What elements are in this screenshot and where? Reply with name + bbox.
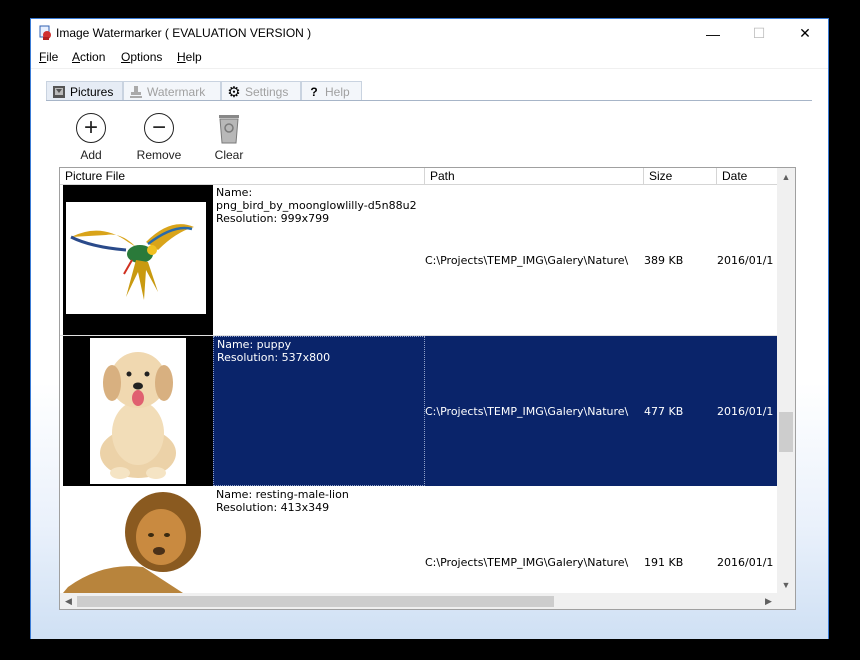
trash-icon bbox=[219, 115, 239, 144]
app-icon bbox=[39, 25, 51, 40]
menu-bar: File Action Options Help bbox=[31, 48, 828, 68]
scroll-left-icon[interactable]: ◀ bbox=[60, 593, 77, 609]
remove-button[interactable]: − Remove bbox=[129, 113, 189, 162]
file-path: C:\Projects\TEMP_IMG\Galery\Nature\ bbox=[425, 405, 629, 418]
close-button[interactable]: ✕ bbox=[782, 19, 828, 48]
menu-help[interactable]: Help bbox=[177, 50, 202, 64]
menu-file[interactable]: File bbox=[39, 50, 58, 64]
clear-button[interactable]: Clear bbox=[199, 113, 259, 162]
menu-action[interactable]: Action bbox=[72, 50, 105, 64]
file-path: C:\Projects\TEMP_IMG\Galery\Nature\ bbox=[425, 254, 629, 267]
thumbnail bbox=[63, 336, 213, 486]
file-date: 2016/01/1 bbox=[717, 556, 774, 569]
file-info: Name: png_bird_by_moonglowlilly-d5n88u2 … bbox=[216, 186, 417, 225]
main-content: Pictures Watermark ⚙ Settings ? Help + A… bbox=[31, 68, 828, 639]
gear-icon: ⚙ bbox=[227, 83, 241, 101]
tab-settings[interactable]: ⚙ Settings bbox=[221, 81, 301, 101]
maximize-button[interactable]: ☐ bbox=[736, 19, 782, 48]
list-item[interactable]: Name: resting-male-lion Resolution: 413x… bbox=[60, 487, 777, 609]
vertical-scrollbar[interactable]: ▲ ▼ bbox=[777, 168, 795, 593]
horizontal-scrollbar[interactable]: ◀ ▶ bbox=[60, 593, 777, 609]
column-header-size[interactable]: Size bbox=[644, 168, 717, 185]
stamp-icon bbox=[129, 85, 143, 99]
file-date: 2016/01/1 bbox=[717, 405, 774, 418]
scroll-down-icon[interactable]: ▼ bbox=[777, 576, 795, 593]
column-header-path[interactable]: Path bbox=[425, 168, 644, 185]
vertical-scroll-thumb[interactable] bbox=[779, 412, 793, 452]
file-size: 191 KB bbox=[644, 556, 684, 569]
lion-image bbox=[63, 487, 213, 593]
picture-list[interactable]: Picture File Path Size Date Name: png_bi… bbox=[59, 167, 796, 610]
file-path: C:\Projects\TEMP_IMG\Galery\Nature\ bbox=[425, 556, 629, 569]
thumbnail bbox=[63, 487, 213, 609]
file-info: Name: resting-male-lion Resolution: 413x… bbox=[216, 488, 349, 514]
scroll-right-icon[interactable]: ▶ bbox=[760, 593, 777, 609]
file-size: 389 KB bbox=[644, 254, 684, 267]
list-item[interactable]: Name: png_bird_by_moonglowlilly-d5n88u2 … bbox=[60, 185, 777, 336]
tab-help[interactable]: ? Help bbox=[301, 81, 362, 101]
title-bar[interactable]: Image Watermarker ( EVALUATION VERSION )… bbox=[31, 19, 828, 48]
menu-options[interactable]: Options bbox=[121, 50, 162, 64]
question-icon: ? bbox=[310, 84, 318, 99]
minimize-button[interactable]: — bbox=[690, 19, 736, 48]
tab-pictures[interactable]: Pictures bbox=[46, 81, 123, 101]
file-size: 477 KB bbox=[644, 405, 684, 418]
file-info: Name: puppy Resolution: 537x800 bbox=[213, 336, 425, 486]
plus-icon: + bbox=[76, 113, 106, 143]
list-header: Picture File Path Size Date bbox=[60, 168, 777, 185]
tab-watermark[interactable]: Watermark bbox=[123, 81, 221, 101]
parrot-image bbox=[66, 202, 206, 314]
thumbnail bbox=[63, 185, 213, 335]
tab-divider bbox=[46, 100, 812, 101]
puppy-image bbox=[90, 338, 186, 484]
file-date: 2016/01/1 bbox=[717, 254, 774, 267]
scroll-up-icon[interactable]: ▲ bbox=[777, 168, 795, 185]
add-button[interactable]: + Add bbox=[61, 113, 121, 162]
app-window: Image Watermarker ( EVALUATION VERSION )… bbox=[30, 18, 829, 639]
window-title: Image Watermarker ( EVALUATION VERSION ) bbox=[56, 26, 312, 40]
horizontal-scroll-thumb[interactable] bbox=[77, 596, 554, 607]
minus-icon: − bbox=[144, 113, 174, 143]
list-item-selected[interactable]: Name: puppy Resolution: 537x800 C:\Proje… bbox=[60, 336, 777, 487]
column-header-picture-file[interactable]: Picture File bbox=[60, 168, 425, 185]
picture-icon bbox=[52, 85, 66, 99]
column-header-date[interactable]: Date bbox=[717, 168, 777, 185]
